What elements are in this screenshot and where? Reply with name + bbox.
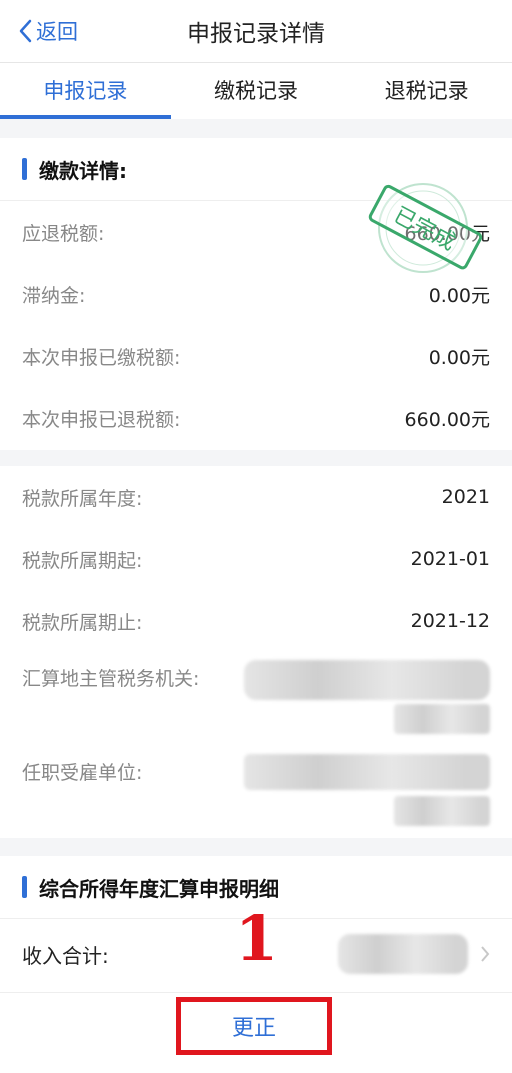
tab-declaration-record[interactable]: 申报记录 [0,63,171,119]
nav-header: 返回 申报记录详情 [0,0,512,63]
tab-payment-record[interactable]: 缴税记录 [171,63,342,119]
chevron-right-icon [481,946,490,962]
tax-year-label: 税款所属年度: [22,487,143,510]
info-row: 汇算地主管税务机关: [0,652,512,746]
payment-details-title: 缴款详情: [39,158,127,183]
paid-tax-value: 0.00元 [428,346,490,369]
page-title: 申报记录详情 [187,21,325,47]
period-end-label: 税款所属期止: [22,611,143,634]
info-row: 税款所属期起: 2021-01 [0,528,512,590]
info-row: 任职受雇单位: [0,746,512,844]
tax-year-value: 2021 [441,486,490,508]
income-total-value-redacted [338,934,468,974]
annotation-number: 1 [235,902,279,975]
info-row: 本次申报已退税额: 660.00元 [0,387,512,449]
tax-authority-value-redacted [242,660,490,738]
annual-detail-title: 综合所得年度汇算申报明细 [39,876,279,901]
income-total-label: 收入合计: [22,943,109,968]
correct-button[interactable]: 更正 [176,997,332,1055]
period-end-value: 2021-12 [410,610,490,632]
period-start-label: 税款所属期起: [22,549,143,572]
completed-stamp: 已完成 [368,183,483,273]
info-row: 税款所属年度: 2021 [0,466,512,528]
info-row: 本次申报已缴税额: 0.00元 [0,325,512,387]
employer-value-redacted [242,754,490,834]
section-marker [22,158,27,180]
info-row: 税款所属期止: 2021-12 [0,590,512,652]
period-start-value: 2021-01 [410,548,490,570]
tax-authority-label: 汇算地主管税务机关: [22,668,200,690]
refund-due-label: 应退税额: [22,222,105,245]
employer-label: 任职受雇单位: [22,762,143,784]
tab-bar: 申报记录 缴税记录 退税记录 [0,63,512,119]
tax-period-card: 税款所属年度: 2021 税款所属期起: 2021-01 税款所属期止: 202… [0,466,512,838]
footer-bar: 更正 [0,992,512,1073]
late-fee-value: 0.00元 [428,284,490,307]
paid-tax-label: 本次申报已缴税额: [22,346,181,369]
refunded-tax-value: 660.00元 [404,408,490,431]
late-fee-label: 滞纳金: [22,284,86,307]
section-marker [22,876,27,898]
tab-refund-record[interactable]: 退税记录 [341,63,512,119]
refunded-tax-label: 本次申报已退税额: [22,408,181,431]
